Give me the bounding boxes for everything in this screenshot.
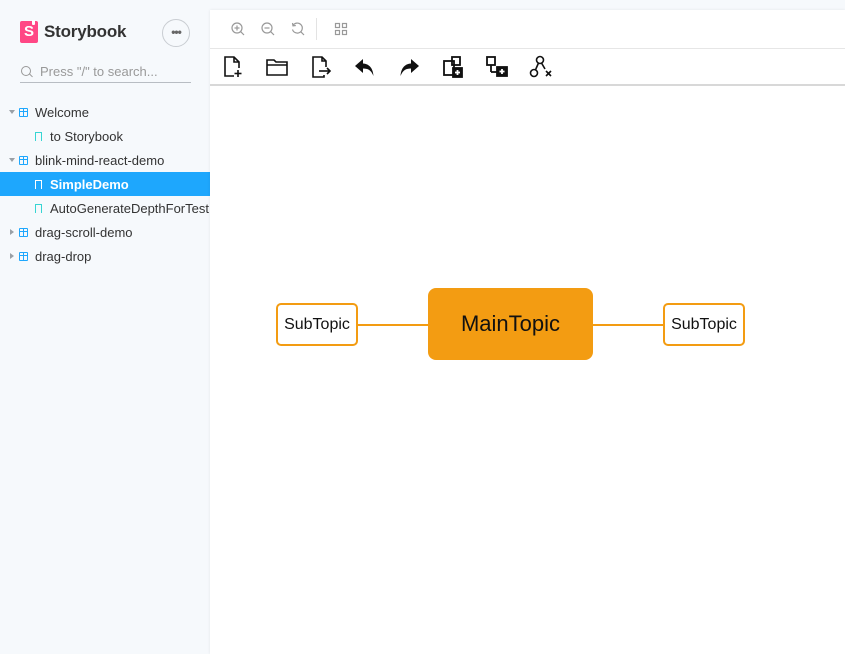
zoom-out-button[interactable] [253, 17, 283, 41]
add-child-button[interactable] [440, 52, 484, 82]
delete-node-button[interactable] [528, 52, 572, 82]
storybook-app: S Storybook ••• Welcome to Storybook bli… [0, 0, 845, 654]
tree-story-auto-generate-depth[interactable]: AutoGenerateDepthForTest [0, 196, 210, 220]
component-icon [19, 155, 28, 165]
bookmark-icon [35, 131, 42, 142]
redo-button[interactable] [396, 52, 440, 82]
storybook-toolbar [210, 10, 845, 49]
tree-item-label: AutoGenerateDepthForTest [50, 200, 209, 216]
zoom-in-icon [231, 22, 245, 36]
tree-item-label: to Storybook [50, 128, 123, 144]
redo-icon [400, 58, 419, 76]
tree-item-label: blink-mind-react-demo [35, 152, 165, 168]
storybook-logo-icon: S [20, 20, 38, 43]
export-icon [312, 55, 332, 78]
undo-button[interactable] [352, 52, 396, 82]
chevron-right-icon [8, 228, 16, 236]
tree-group-blink-mind-react-demo[interactable]: blink-mind-react-demo [0, 148, 210, 172]
zoom-out-icon [261, 22, 275, 36]
sub-topic-node[interactable]: SubTopic [663, 303, 745, 346]
add-child-icon [443, 55, 463, 78]
tree-group-welcome[interactable]: Welcome [0, 100, 210, 124]
grid-button[interactable] [326, 17, 356, 41]
tree-story-to-storybook[interactable]: to Storybook [0, 124, 210, 148]
tree-item-label: drag-scroll-demo [35, 224, 133, 240]
search-box[interactable] [20, 61, 191, 83]
undo-icon [355, 58, 374, 76]
tree-item-label: SimpleDemo [50, 176, 129, 192]
search-icon [21, 65, 33, 78]
topic-link [358, 324, 428, 326]
chevron-down-icon [8, 156, 16, 164]
component-icon [19, 227, 28, 237]
component-icon [19, 107, 28, 117]
brand-name: Storybook [44, 22, 127, 41]
bookmark-icon [35, 179, 42, 190]
delete-node-icon [529, 55, 552, 77]
sub-topic-node[interactable]: SubTopic [276, 303, 358, 346]
add-sibling-icon [486, 55, 508, 77]
topic-link [593, 324, 663, 326]
brand[interactable]: S Storybook [20, 20, 127, 43]
component-icon [19, 251, 28, 261]
toolbar-divider [316, 18, 317, 40]
add-sibling-button[interactable] [484, 52, 528, 82]
reset-zoom-icon [291, 22, 305, 36]
chevron-down-icon [8, 108, 16, 116]
folder-open-icon [266, 58, 288, 76]
tree-item-label: drag-drop [35, 248, 92, 264]
sidebar: S Storybook ••• Welcome to Storybook bli… [0, 0, 210, 654]
grid-icon [334, 22, 348, 36]
main-topic-node[interactable]: MainTopic [428, 288, 593, 360]
export-button[interactable] [308, 52, 352, 82]
open-file-button[interactable] [264, 52, 308, 82]
bookmark-icon [35, 203, 42, 214]
tree-item-label: Welcome [35, 104, 89, 120]
story-tree: Welcome to Storybook blink-mind-react-de… [0, 100, 210, 268]
chevron-right-icon [8, 252, 16, 260]
new-file-button[interactable] [220, 52, 264, 82]
tree-group-drag-scroll-demo[interactable]: drag-scroll-demo [0, 220, 210, 244]
search-input[interactable] [40, 64, 185, 79]
zoom-in-button[interactable] [223, 17, 253, 41]
tree-story-simple-demo[interactable]: SimpleDemo [0, 172, 210, 196]
tree-group-drag-drop[interactable]: drag-drop [0, 244, 210, 268]
reset-zoom-button[interactable] [283, 17, 313, 41]
new-file-icon [224, 55, 242, 77]
mindmap-toolbar [210, 49, 845, 86]
preview-panel: SubTopic MainTopic SubTopic [210, 10, 845, 654]
mindmap-canvas[interactable]: SubTopic MainTopic SubTopic [210, 86, 845, 652]
more-options-button[interactable]: ••• [162, 19, 190, 47]
